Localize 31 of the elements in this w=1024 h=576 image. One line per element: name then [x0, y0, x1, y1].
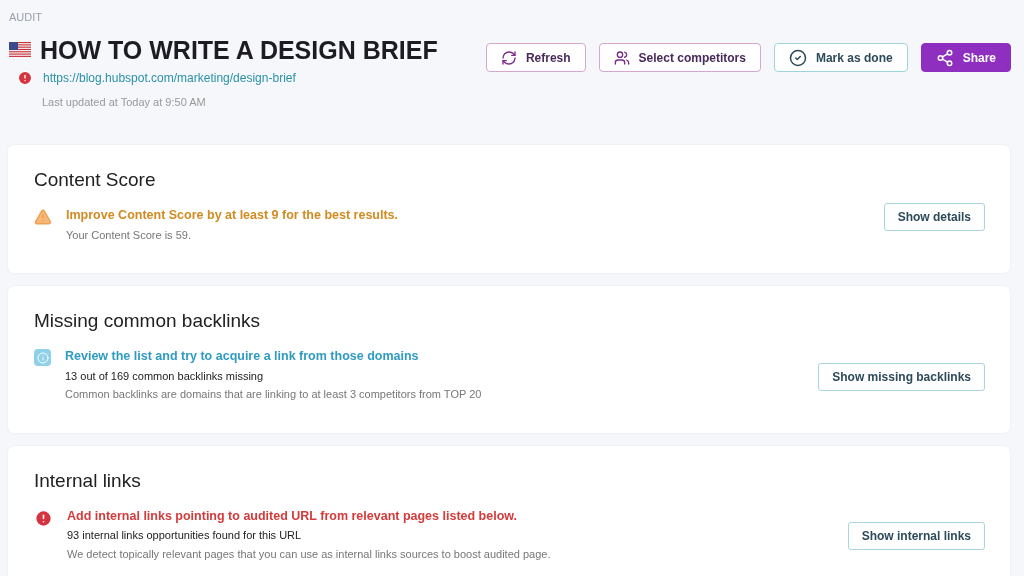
action-button[interactable]: Mark as done — [773, 43, 908, 72]
section-title: Internal links — [34, 468, 142, 493]
alert-message: Improve Content Score by at least 9 for the best results. — [66, 207, 399, 224]
error-icon — [34, 508, 53, 528]
refresh-icon — [500, 49, 517, 66]
alert-detail: We detect topically relevant pages that you can use as internal links sources to boost audited page. — [67, 546, 551, 562]
alert-message: Review the list and try to acquire a link from those domains — [65, 348, 420, 365]
warning-icon — [34, 208, 52, 226]
action-button[interactable]: Share — [920, 43, 1011, 72]
breadcrumb: AUDIT — [9, 10, 43, 25]
show-button[interactable]: Show details — [883, 203, 985, 232]
us-flag-icon — [9, 42, 31, 59]
page-title: HOW TO WRITE A DESIGN BRIEF — [40, 34, 438, 66]
error-icon — [17, 69, 33, 86]
page-url-link[interactable]: https://blog.hubspot.com/marketing/design-brief — [43, 68, 296, 87]
info-icon — [34, 349, 51, 366]
alert-detail: 13 out of 169 common backlinks missing — [65, 368, 265, 384]
alert-detail: Common backlinks are domains that are linking to at least 3 competitors from TOP 20 — [65, 387, 482, 403]
share-icon — [935, 48, 954, 67]
alert-detail: 93 internal links opportunities found for this URL — [67, 528, 303, 544]
users-icon — [613, 49, 630, 66]
section-title: Missing common backlinks — [34, 309, 261, 333]
alert-detail: Your Content Score is 59. — [66, 227, 192, 243]
section-title: Content Score — [34, 168, 157, 192]
show-button[interactable]: Show missing backlinks — [818, 362, 985, 391]
action-button[interactable]: Refresh — [485, 43, 586, 72]
action-button[interactable]: Select competitors — [598, 43, 761, 72]
alert-message: Add internal links pointing to audited URL from relevant pages listed below. — [67, 507, 519, 525]
show-button[interactable]: Show internal links — [847, 522, 985, 551]
check-circle-icon — [788, 48, 807, 67]
last-updated-text: Last updated at Today at 9:50 AM — [41, 94, 207, 110]
